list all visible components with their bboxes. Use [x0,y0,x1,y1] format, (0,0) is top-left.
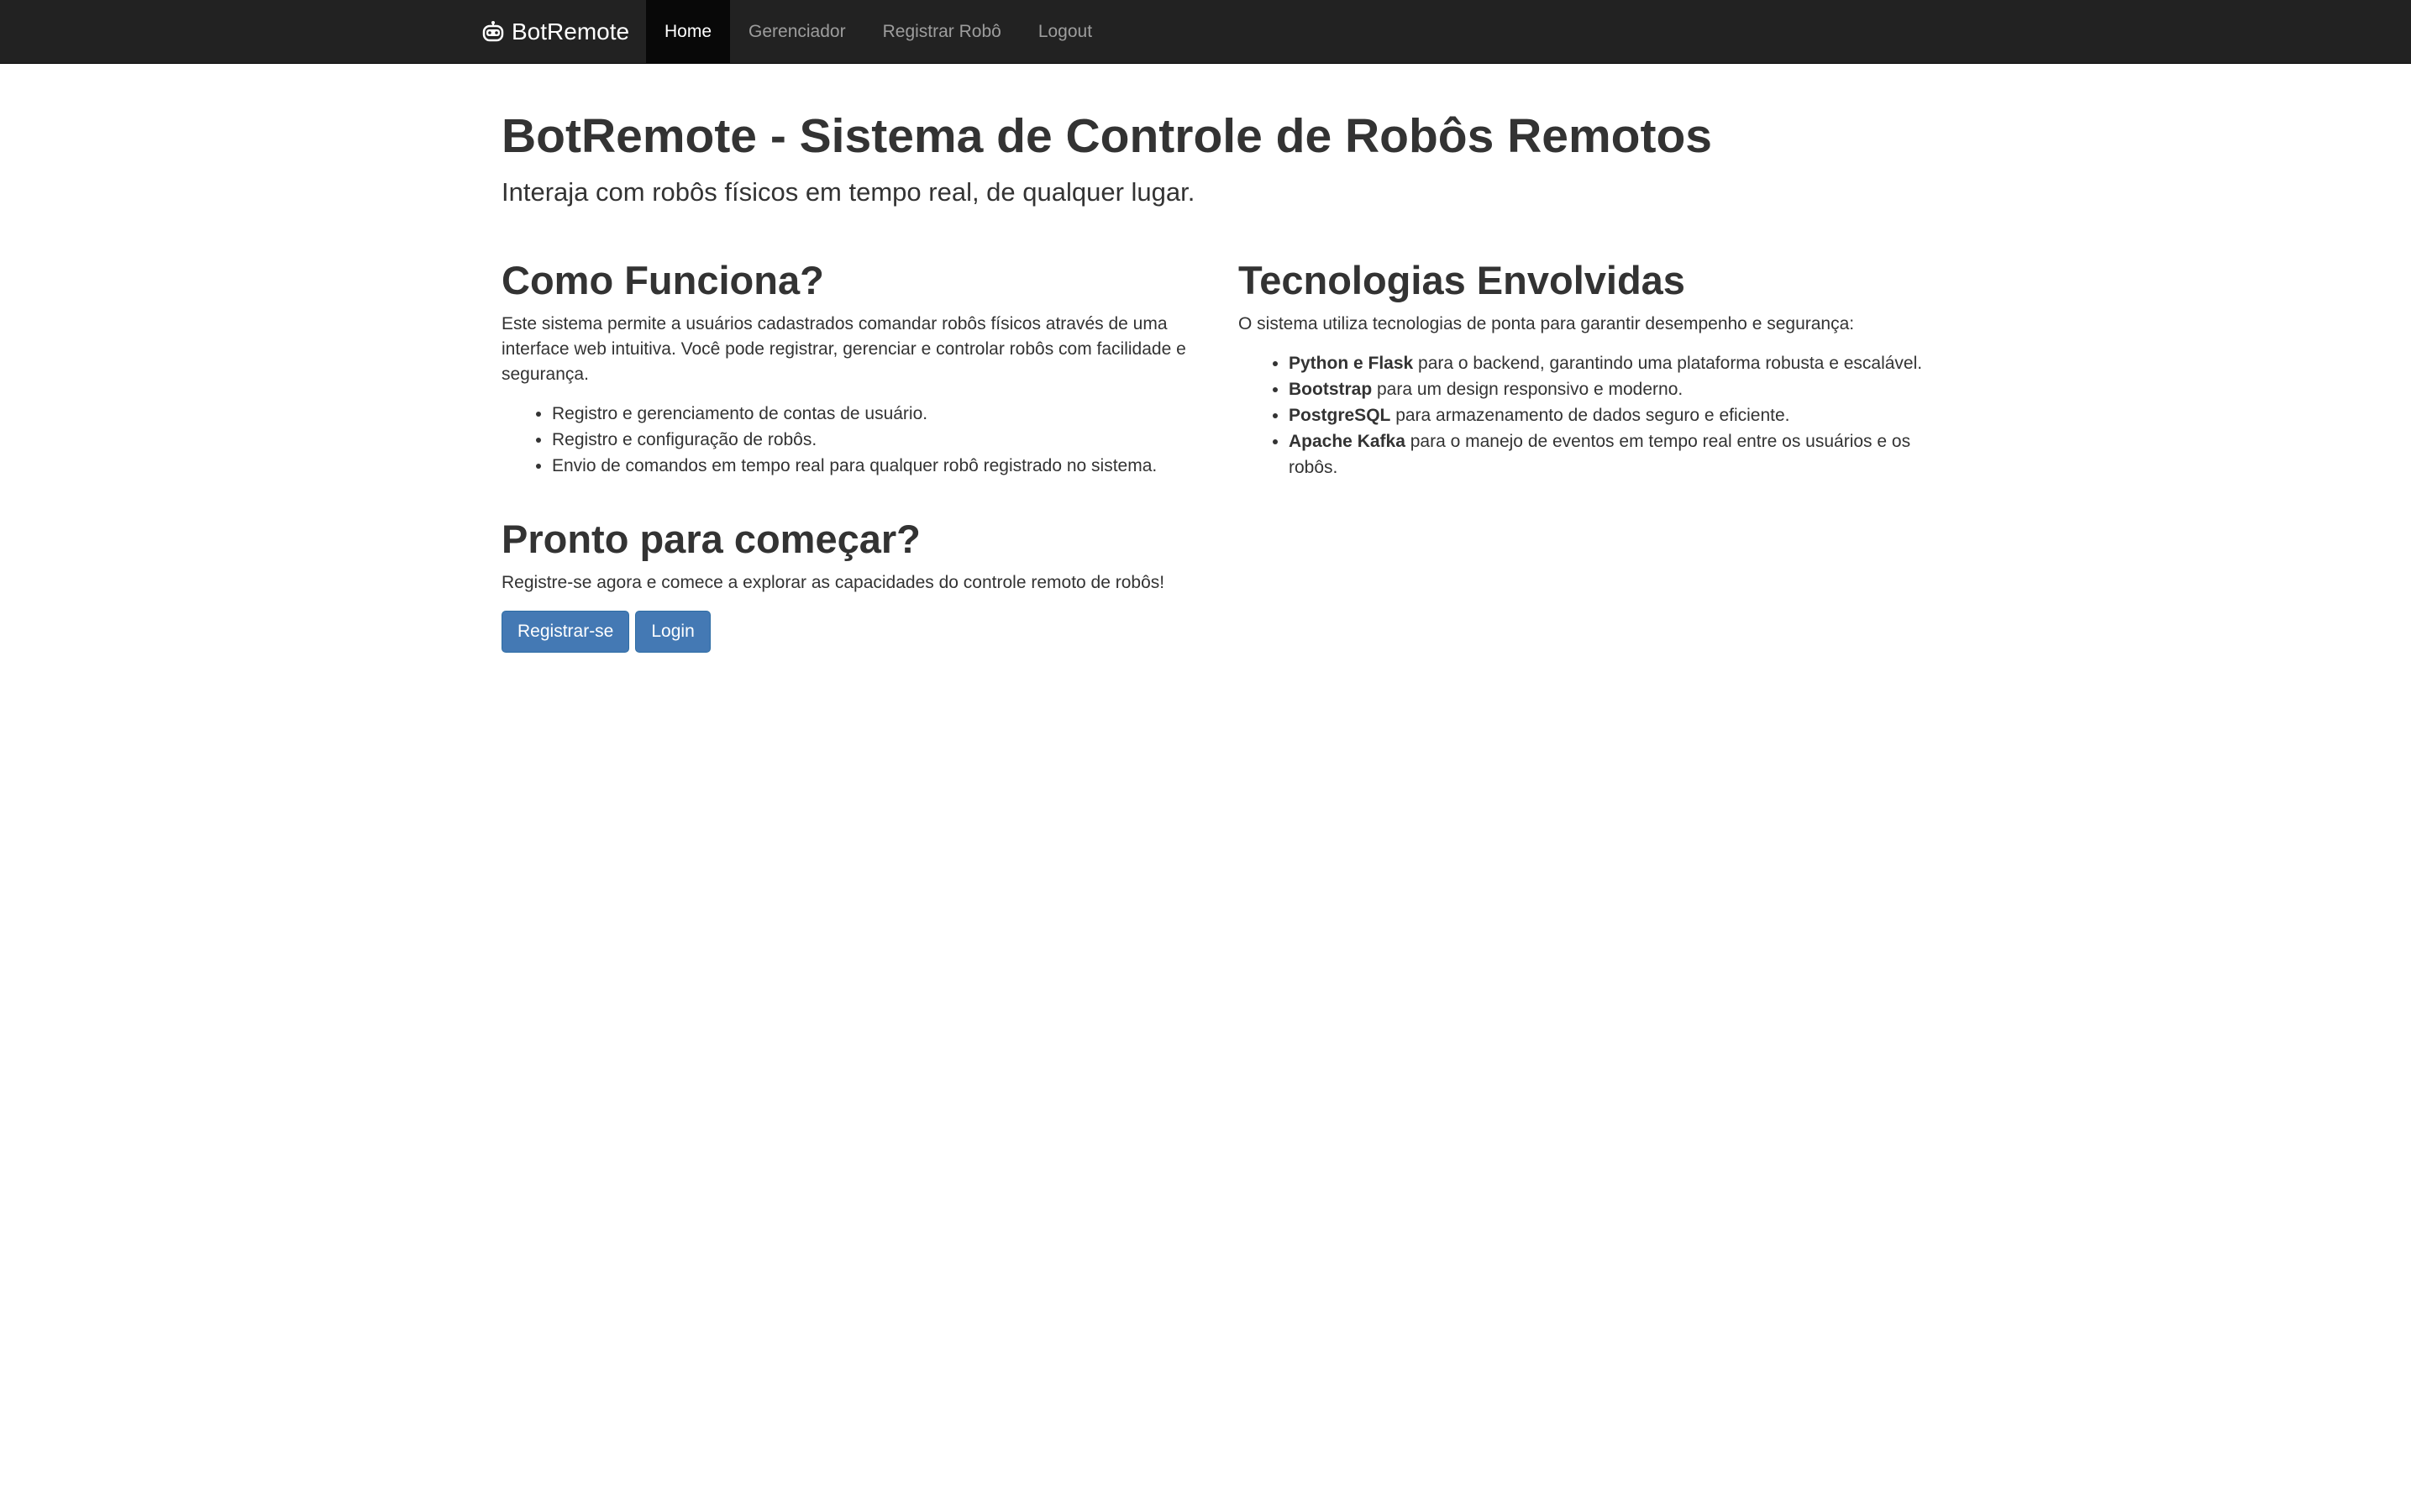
top-navbar: BotRemote Home Gerenciador Registrar Rob… [0,0,2411,64]
login-button[interactable]: Login [635,611,711,654]
feature-list: Registro e gerenciamento de contas de us… [502,401,1207,479]
technologies-section: Tecnologias Envolvidas O sistema utiliza… [1238,258,1944,480]
nav-item-logout[interactable]: Logout [1020,0,1111,63]
technology-list: Python e Flask para o backend, garantind… [1238,350,1944,480]
technology-text: para um design responsivo e moderno. [1372,380,1683,400]
nav-item-gerenciador[interactable]: Gerenciador [730,0,864,63]
page-subtitle: Interaja com robôs físicos em tempo real… [502,177,1195,207]
nav-item-label: Registrar Robô [882,21,1001,41]
brand-name: BotRemote [512,18,630,45]
section-heading: Pronto para começar? [502,517,921,561]
nav-item-registrar-robo[interactable]: Registrar Robô [864,0,1020,63]
list-item: Python e Flask para o backend, garantind… [1289,350,1944,376]
technology-name: Apache Kafka [1289,432,1405,452]
technology-name: PostgreSQL [1289,406,1391,426]
technology-name: Bootstrap [1289,380,1373,400]
technology-text: para o backend, garantindo uma plataform… [1413,354,1923,374]
list-item: Apache Kafka para o manejo de eventos em… [1289,428,1944,480]
nav-item-home[interactable]: Home [646,0,731,63]
section-heading: Tecnologias Envolvidas [1238,258,1685,302]
list-item: PostgreSQL para armazenamento de dados s… [1289,402,1944,428]
nav-menu: Home Gerenciador Registrar Robô Logout [646,0,1111,63]
register-button[interactable]: Registrar-se [502,611,630,654]
list-item: Bootstrap para um design responsivo e mo… [1289,376,1944,402]
technology-name: Python e Flask [1289,354,1414,374]
section-heading: Como Funciona? [502,258,824,302]
nav-item-label: Home [664,21,712,41]
cta-buttons: Registrar-se Login [502,611,1207,654]
cta-section: Pronto para começar? Registre-se agora e… [502,517,1207,654]
robot-icon [481,20,505,44]
page-title: BotRemote - Sistema de Controle de Robôs… [502,109,1713,163]
technology-text: para armazenamento de dados seguro e efi… [1390,406,1790,426]
section-description: Este sistema permite a usuários cadastra… [502,314,1186,385]
section-description: O sistema utiliza tecnologias de ponta p… [1238,314,1855,334]
list-item: Registro e configuração de robôs. [552,427,1207,453]
list-item: Registro e gerenciamento de contas de us… [552,401,1207,427]
nav-item-label: Logout [1037,21,1093,41]
list-item: Envio de comandos em tempo real para qua… [552,453,1207,479]
section-description: Registre-se agora e comece a explorar as… [502,573,1165,593]
brand-link[interactable]: BotRemote [481,0,629,63]
how-it-works-section: Como Funciona? Este sistema permite a us… [502,258,1207,479]
nav-item-label: Gerenciador [749,21,846,41]
